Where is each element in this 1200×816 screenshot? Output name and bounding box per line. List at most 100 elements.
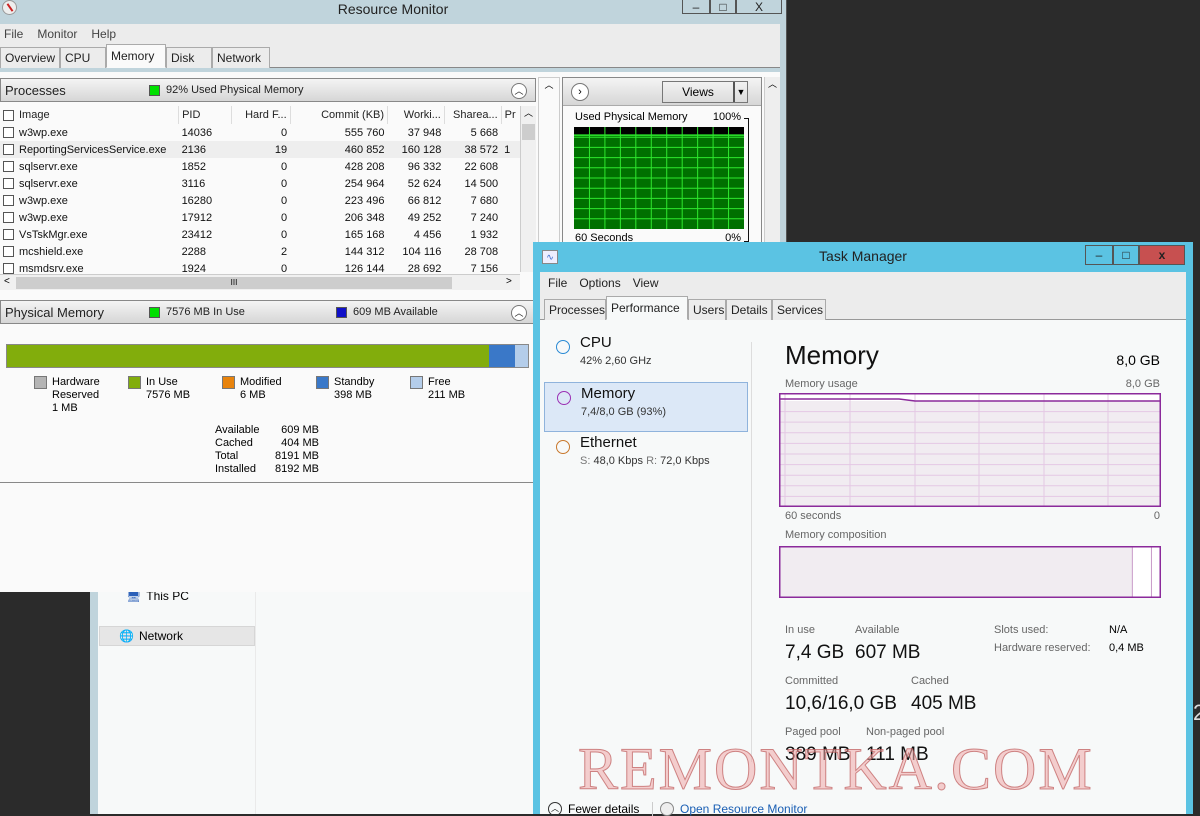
table-row[interactable]: sqlservr.exe18520428 20896 33222 608 — [0, 158, 522, 175]
menu-help[interactable]: Help — [91, 27, 116, 41]
scroll-thumb[interactable] — [522, 124, 535, 140]
row-checkbox[interactable] — [3, 263, 14, 274]
col-working[interactable]: Worki... — [388, 106, 445, 124]
cell-commit: 254 964 — [290, 175, 387, 192]
table-row[interactable]: w3wp.exe140360555 76037 9485 668 — [0, 124, 522, 141]
col-private[interactable]: Pr — [501, 106, 521, 124]
scroll-left-icon[interactable]: < — [4, 276, 10, 287]
sidebar-item-ethernet[interactable]: Ethernet S: 48,0 Kbps R: 72,0 Kbps — [544, 432, 748, 482]
expand-arrow-button[interactable]: › — [571, 83, 589, 101]
sidebar-divider — [751, 342, 752, 762]
cell-image: VsTskMgr.exe — [0, 226, 179, 243]
graph-scale-bracket — [744, 118, 749, 242]
tab-network[interactable]: Network — [212, 47, 270, 68]
sidebar-item-cpu[interactable]: CPU 42% 2,60 GHz — [544, 332, 748, 382]
cell-pr — [501, 158, 521, 175]
tab-performance[interactable]: Performance — [606, 296, 688, 320]
cell-pr — [501, 124, 521, 141]
table-row[interactable]: w3wp.exe162800223 49666 8127 680 — [0, 192, 522, 209]
row-checkbox[interactable] — [3, 127, 14, 138]
graph-time-left: 60 seconds — [785, 510, 841, 522]
minimize-button[interactable]: – — [682, 0, 710, 14]
cell-hard: 0 — [231, 158, 290, 175]
row-checkbox[interactable] — [3, 144, 14, 155]
tab-memory[interactable]: Memory — [106, 44, 166, 68]
composition-in-use — [779, 546, 1132, 598]
physical-memory-title: Physical Memory — [5, 305, 149, 320]
table-row[interactable]: VsTskMgr.exe234120165 1684 4561 932 — [0, 226, 522, 243]
physical-memory-header[interactable]: Physical Memory 7576 MB In Use 609 MB Av… — [0, 300, 536, 324]
maximize-button[interactable]: □ — [710, 0, 736, 14]
processes-hscrollbar[interactable]: < III > — [0, 274, 520, 290]
select-all-checkbox[interactable] — [3, 110, 14, 121]
composition-standby — [1132, 546, 1151, 598]
network-icon: 🌐 — [119, 629, 134, 643]
scroll-up-icon[interactable]: ︿ — [521, 106, 536, 120]
table-row[interactable]: sqlservr.exe31160254 96452 62414 500 — [0, 175, 522, 192]
menu-file[interactable]: File — [4, 27, 23, 41]
in-use-swatch — [149, 307, 160, 318]
splitter-scroll[interactable]: ︿ — [538, 77, 560, 247]
row-checkbox[interactable] — [3, 212, 14, 223]
tab-processes[interactable]: Processes — [544, 299, 606, 320]
cell-pr — [501, 175, 521, 192]
row-checkbox[interactable] — [3, 161, 14, 172]
bar-segment-standby — [489, 345, 514, 367]
menu-view[interactable]: View — [633, 276, 659, 290]
tab-cpu[interactable]: CPU — [60, 47, 106, 68]
views-dropdown[interactable]: Views▼ — [662, 81, 748, 103]
scroll-right-icon[interactable]: > — [506, 276, 512, 287]
legend-standby: Standby398 MB — [316, 376, 374, 402]
close-button[interactable]: X — [736, 0, 782, 14]
row-checkbox[interactable] — [3, 246, 14, 257]
legend-swatch — [222, 376, 235, 389]
nav-item-network[interactable]: 🌐 Network — [99, 626, 255, 646]
available-value: 607 MB — [855, 642, 920, 664]
cpu-ring-icon — [556, 340, 570, 354]
memory-heading: Memory — [785, 340, 879, 371]
row-checkbox[interactable] — [3, 229, 14, 240]
maximize-button[interactable]: □ — [1113, 245, 1139, 265]
table-header-row: Image PID Hard F... Commit (KB) Worki...… — [0, 106, 522, 124]
cached-value: 405 MB — [911, 693, 976, 715]
cell-working: 96 332 — [388, 158, 445, 175]
collapse-processes-button[interactable]: ︿ — [511, 83, 527, 99]
cell-commit: 165 168 — [290, 226, 387, 243]
tab-overview[interactable]: Overview — [0, 47, 60, 68]
used-memory-graph — [574, 127, 744, 229]
sidebar-item-memory[interactable]: Memory 7,4/8,0 GB (93%) — [544, 382, 748, 432]
collapse-physical-memory-button[interactable]: ︿ — [511, 305, 527, 321]
processes-header[interactable]: Processes 92% Used Physical Memory ︿ — [0, 78, 536, 102]
graph-vscrollbar[interactable]: ︿ — [764, 77, 780, 247]
tab-services[interactable]: Services — [772, 299, 826, 320]
scroll-thumb-horizontal[interactable]: III — [16, 277, 452, 289]
tab-details[interactable]: Details — [726, 299, 772, 320]
ethernet-ring-icon — [556, 440, 570, 454]
row-checkbox[interactable] — [3, 195, 14, 206]
row-checkbox[interactable] — [3, 178, 14, 189]
stat-available: Available609 MB — [215, 424, 319, 437]
tab-disk[interactable]: Disk — [166, 47, 212, 68]
tab-users[interactable]: Users — [688, 299, 726, 320]
col-hard-faults[interactable]: Hard F... — [231, 106, 290, 124]
graph-time-right: 0 — [1154, 510, 1160, 522]
col-image[interactable]: Image — [19, 109, 50, 121]
memory-ring-icon — [557, 391, 571, 405]
slots-used-value: N/A — [1109, 624, 1127, 636]
menu-monitor[interactable]: Monitor — [37, 27, 77, 41]
menu-file[interactable]: File — [548, 276, 567, 290]
processes-title: Processes — [5, 83, 149, 98]
close-button[interactable]: x — [1139, 245, 1185, 265]
table-row[interactable]: w3wp.exe179120206 34849 2527 240 — [0, 209, 522, 226]
table-row[interactable]: ReportingServicesService.exe213619460 85… — [0, 141, 522, 158]
committed-label: Committed — [785, 675, 838, 687]
table-row[interactable]: mcshield.exe22882144 312104 11628 708 — [0, 243, 522, 260]
menu-options[interactable]: Options — [579, 276, 620, 290]
col-commit[interactable]: Commit (KB) — [290, 106, 387, 124]
minimize-button[interactable]: – — [1085, 245, 1113, 265]
cell-image: ReportingServicesService.exe — [0, 141, 179, 158]
cell-pid: 14036 — [179, 124, 232, 141]
col-pid[interactable]: PID — [179, 106, 232, 124]
cell-shareable: 38 572 — [444, 141, 501, 158]
col-shareable[interactable]: Sharea... — [444, 106, 501, 124]
